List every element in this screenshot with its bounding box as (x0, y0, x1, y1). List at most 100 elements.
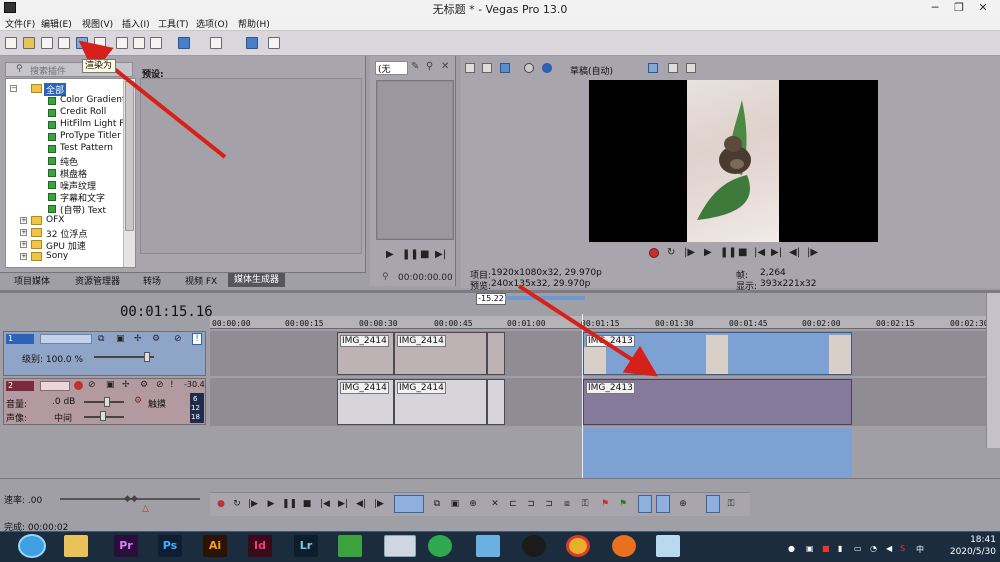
illustrator-icon[interactable]: Ai (203, 535, 227, 557)
split-screen-icon[interactable] (524, 63, 534, 73)
tab-video-fx[interactable]: 视频 FX (185, 274, 217, 287)
tab-project-media[interactable]: 项目媒体 (14, 274, 50, 287)
firefox-icon[interactable] (612, 535, 636, 557)
audio-settings-gear-icon[interactable]: ⚙ (140, 380, 148, 390)
system-clock[interactable]: 18:41 2020/5/30 (942, 534, 996, 558)
trimmer-next-icon[interactable]: ▶| (435, 249, 446, 260)
tree-item-credit-roll[interactable]: Credit Roll (60, 107, 106, 117)
video-output-fx-icon[interactable] (500, 63, 510, 73)
collapse-icon[interactable]: − (10, 85, 17, 92)
video-clip-selected[interactable]: IMG_2413 (583, 332, 852, 375)
delete-icon[interactable]: ✕ (441, 61, 449, 72)
preview-loop-icon[interactable]: ↻ (667, 247, 675, 258)
preview-go-start-icon[interactable]: |◀ (754, 247, 765, 258)
save-icon[interactable] (41, 37, 53, 49)
menu-options[interactable]: 选项(O) (196, 17, 228, 30)
paste-icon[interactable] (150, 37, 162, 49)
video-clip[interactable]: IMG_2414 (337, 332, 394, 375)
go-to-end-icon[interactable]: ▶| (336, 497, 350, 511)
next-frame-icon[interactable]: |▶ (372, 497, 386, 511)
lightroom-icon[interactable]: Lr (294, 535, 318, 557)
play-from-start-icon[interactable]: |▶ (246, 497, 260, 511)
qq-icon[interactable] (522, 535, 546, 557)
video-clip[interactable] (487, 332, 505, 375)
tree-item-ofx[interactable]: OFX (46, 215, 64, 225)
tree-item-legacy-text[interactable]: (自带) Text (60, 203, 106, 216)
audio-solo-icon[interactable]: ! (170, 380, 174, 390)
volume-slider-thumb[interactable] (104, 397, 110, 407)
record-icon[interactable]: ● (214, 497, 228, 511)
trimmer-pause-icon[interactable]: ❚❚ (402, 249, 419, 260)
file-explorer-icon[interactable] (64, 535, 88, 557)
edit-tool-icon[interactable] (246, 37, 258, 49)
copy-icon[interactable] (133, 37, 145, 49)
menu-tools[interactable]: 工具(T) (158, 17, 189, 30)
scrollbar-thumb[interactable] (125, 81, 134, 231)
render-as-icon[interactable] (76, 37, 88, 49)
video-track-header[interactable]: 1 ⧉ ▣ ✢ ⚙ ⊘ ! 级别: 100.0 % (3, 331, 206, 376)
trim-start-icon[interactable]: ⊐ (524, 497, 538, 511)
audio-track-header[interactable]: 2 ⊘ ▣ ✢ ⚙ ⊘ ! -30.4 6 12 18 音量: .0 dB ⚙ … (3, 378, 206, 425)
help-pointer-icon[interactable] (268, 37, 280, 49)
photoshop-icon[interactable]: Ps (158, 535, 182, 557)
overlay-icon[interactable] (542, 63, 552, 73)
tray-sogou-icon[interactable]: S (900, 544, 909, 553)
playhead-cursor[interactable] (582, 314, 583, 478)
delete-clip-icon[interactable]: ✕ (488, 497, 502, 511)
tray-app-icon[interactable]: ▣ (806, 544, 815, 553)
video-track-name-field[interactable] (40, 334, 92, 344)
grid-icon[interactable] (648, 63, 658, 73)
trim-icon[interactable]: ⊏ (506, 497, 520, 511)
minimize-button[interactable]: ─ (922, 0, 948, 16)
cut-icon[interactable] (116, 37, 128, 49)
expand-icon[interactable]: + (20, 217, 27, 224)
audio-clip-selected[interactable]: IMG_2413 (583, 379, 852, 425)
tab-media-generators[interactable]: 媒体生成器 (228, 273, 286, 287)
trimmer-select[interactable]: (无 (375, 61, 408, 75)
preview-pause-icon[interactable]: ❚❚ (720, 247, 737, 258)
preview-play-from-start-icon[interactable]: |▶ (684, 247, 695, 258)
envelope-edit-tool-icon[interactable]: ⧉ (430, 497, 444, 511)
save-snapshot-icon[interactable] (686, 63, 696, 73)
selection-edit-tool-icon[interactable]: ▣ (448, 497, 462, 511)
preview-prev-frame-icon[interactable]: ◀| (789, 247, 800, 258)
trimmer-tool-icon[interactable]: ✎ (411, 61, 419, 72)
tray-people-icon[interactable]: ● (788, 544, 797, 553)
insert-region-icon[interactable]: ⚑ (616, 497, 630, 511)
expand-icon[interactable]: + (20, 253, 27, 260)
trimmer-play-icon[interactable]: ▶ (386, 249, 394, 260)
evernote-icon[interactable] (338, 535, 362, 557)
preview-stop-icon[interactable]: ■ (738, 247, 747, 258)
pin-icon[interactable]: ⚲ (426, 61, 433, 72)
automation-gear-icon[interactable]: ⚙ (134, 396, 142, 406)
tab-explorer[interactable]: 资源管理器 (75, 274, 120, 287)
tree-scrollbar[interactable] (123, 79, 135, 267)
level-slider-thumb[interactable] (144, 352, 150, 362)
menu-insert[interactable]: 插入(I) (122, 17, 150, 30)
menu-file[interactable]: 文件(F) (5, 17, 35, 30)
premiere-icon[interactable]: Pr (114, 535, 138, 557)
pause-icon[interactable]: ❚❚ (282, 497, 297, 511)
chrome-icon[interactable] (566, 535, 590, 557)
touch-mode-label[interactable]: 触摸 (148, 397, 166, 410)
indesign-icon[interactable]: Id (248, 535, 272, 557)
redo-icon[interactable] (210, 37, 222, 49)
insert-marker-icon[interactable]: ⚑ (598, 497, 612, 511)
menu-help[interactable]: 帮助(H) (238, 17, 270, 30)
track-motion-icon[interactable]: ⧉ (98, 334, 104, 344)
lock-icon[interactable]: ⚿ (578, 497, 592, 511)
preview-next-frame-icon[interactable]: |▶ (807, 247, 818, 258)
pan-slider-thumb[interactable] (100, 411, 106, 421)
composite-mode-icon[interactable]: ✢ (134, 334, 142, 344)
preview-record-icon[interactable] (649, 248, 659, 258)
close-button[interactable]: ✕ (970, 0, 996, 16)
vegas-active-icon[interactable] (384, 535, 416, 557)
audio-track-name-field[interactable] (40, 381, 70, 391)
trimmer-stop-icon[interactable]: ■ (420, 249, 429, 260)
loop-region-bar[interactable] (505, 296, 585, 300)
presets-area[interactable] (140, 78, 362, 254)
settings-gear-icon[interactable]: ⚙ (152, 334, 160, 344)
audio-pan-icon[interactable]: ✢ (122, 380, 130, 390)
video-clip[interactable]: IMG_2414 (394, 332, 487, 375)
preview-play-icon[interactable]: ▶ (704, 247, 712, 258)
